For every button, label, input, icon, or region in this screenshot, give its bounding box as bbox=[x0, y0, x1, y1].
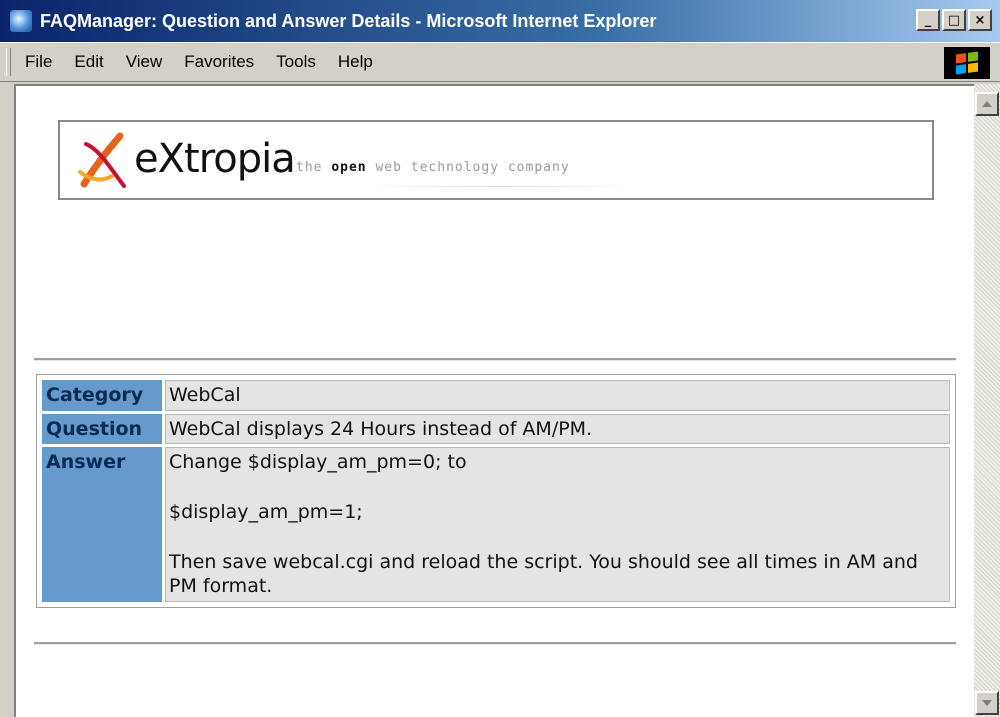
logo-wordmark: eXtropia bbox=[134, 136, 296, 182]
vertical-scrollbar[interactable] bbox=[974, 84, 1000, 717]
arrow-up-icon bbox=[982, 101, 992, 107]
faq-details-table: Category WebCal Question WebCal displays… bbox=[36, 374, 956, 609]
table-row: Answer Change $display_am_pm=0; to $disp… bbox=[42, 447, 950, 603]
page-viewport: eXtropia the open web technology company… bbox=[14, 84, 974, 717]
menu-edit[interactable]: Edit bbox=[74, 52, 103, 72]
table-row: Question WebCal displays 24 Hours instea… bbox=[42, 413, 950, 445]
tagline-underline bbox=[360, 186, 640, 187]
toolbar-grip[interactable] bbox=[6, 48, 11, 76]
window-title: FAQManager: Question and Answer Details … bbox=[40, 10, 657, 31]
window-controls: _ □ × bbox=[916, 9, 992, 31]
scroll-down-button[interactable] bbox=[975, 691, 999, 715]
title-bar[interactable]: FAQManager: Question and Answer Details … bbox=[0, 0, 1000, 42]
answer-value: Change $display_am_pm=0; to $display_am_… bbox=[165, 447, 950, 603]
tagline-bold: open bbox=[331, 160, 367, 175]
answer-line: Change $display_am_pm=0; to bbox=[169, 451, 467, 474]
close-button[interactable]: × bbox=[968, 9, 992, 31]
question-label: Question bbox=[42, 413, 162, 445]
menu-view[interactable]: View bbox=[126, 52, 163, 72]
extropia-logo-icon bbox=[78, 132, 126, 188]
menu-file[interactable]: File bbox=[25, 52, 52, 72]
answer-line: Then save webcal.cgi and reload the scri… bbox=[169, 550, 918, 598]
answer-label: Answer bbox=[42, 447, 162, 603]
logo-banner[interactable]: eXtropia the open web technology company bbox=[58, 120, 934, 200]
answer-line: $display_am_pm=1; bbox=[169, 501, 363, 524]
menu-bar: File Edit View Favorites Tools Help bbox=[0, 42, 1000, 82]
divider-top bbox=[34, 358, 956, 361]
question-value: WebCal displays 24 Hours instead of AM/P… bbox=[165, 413, 950, 445]
menu-help[interactable]: Help bbox=[338, 52, 373, 72]
divider-bottom bbox=[34, 642, 956, 645]
maximize-button[interactable]: □ bbox=[942, 9, 966, 31]
tagline-post: web technology company bbox=[375, 160, 570, 175]
tagline: the open web technology company bbox=[296, 160, 570, 175]
scroll-up-button[interactable] bbox=[975, 92, 999, 116]
ie-icon bbox=[10, 10, 32, 32]
minimize-button[interactable]: _ bbox=[916, 9, 940, 31]
menu-tools[interactable]: Tools bbox=[276, 52, 316, 72]
menu-favorites[interactable]: Favorites bbox=[184, 52, 254, 72]
tagline-pre: the bbox=[296, 160, 323, 175]
category-label: Category bbox=[42, 380, 162, 411]
arrow-down-icon bbox=[982, 700, 992, 706]
table-row: Category WebCal bbox=[42, 380, 950, 411]
windows-logo-icon bbox=[944, 47, 990, 79]
category-value: WebCal bbox=[165, 380, 950, 411]
